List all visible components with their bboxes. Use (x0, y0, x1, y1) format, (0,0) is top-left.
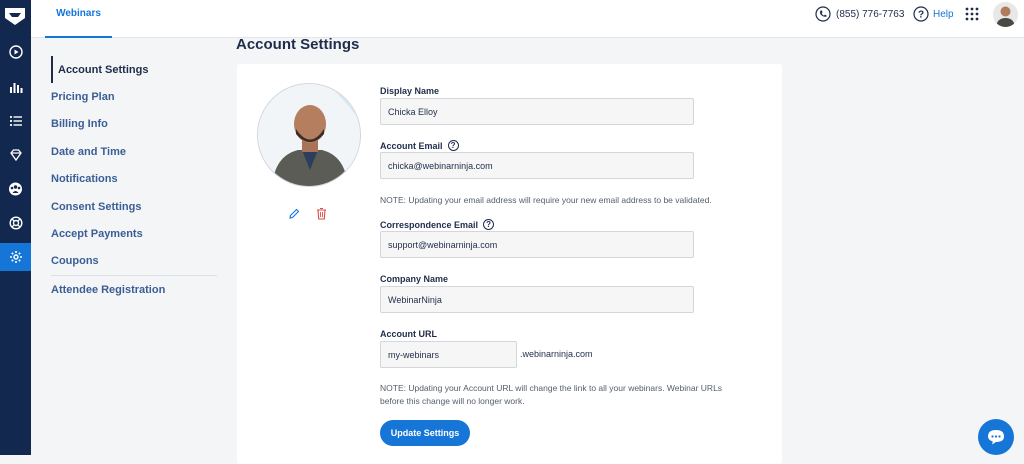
edit-pencil-icon[interactable] (288, 208, 300, 220)
diamond-icon[interactable] (0, 141, 31, 169)
company-name-label: Company Name (380, 274, 448, 284)
top-bar: Webinars (855) 776-7763 ? Help (31, 0, 1024, 38)
account-email-note: NOTE: Updating your email address will r… (380, 195, 712, 205)
correspondence-email-label-text: Correspondence Email (380, 219, 479, 230)
company-name-input[interactable]: WebinarNinja (380, 286, 694, 313)
account-url-label: Account URL (380, 329, 437, 339)
phone-link[interactable]: (855) 776-7763 (815, 5, 904, 23)
phone-icon (815, 6, 831, 22)
correspondence-email-help-icon[interactable]: ? (483, 219, 495, 230)
page-title: Account Settings (236, 36, 360, 53)
account-email-label: Account Email ? (380, 140, 459, 151)
settings-icon[interactable] (0, 243, 31, 271)
account-url-note: NOTE: Updating your Account URL will cha… (380, 382, 770, 408)
list-icon[interactable] (0, 107, 31, 135)
menu-item-billing-info[interactable]: Billing Info (51, 111, 217, 138)
account-url-note-line2: before this change will no longer work. (380, 396, 525, 406)
account-url-label-text: Account URL (380, 329, 437, 339)
user-avatar[interactable] (993, 2, 1018, 27)
settings-menu: Account Settings Pricing Plan Billing In… (51, 56, 217, 304)
account-url-input[interactable]: my-webinars (380, 341, 517, 368)
play-icon[interactable] (0, 38, 31, 66)
people-icon[interactable] (0, 175, 31, 203)
apps-grid-icon[interactable] (965, 7, 979, 21)
account-email-help-icon[interactable]: ? (447, 140, 459, 151)
menu-item-notifications[interactable]: Notifications (51, 166, 217, 193)
profile-picture (257, 83, 361, 187)
phone-number: (855) 776-7763 (836, 8, 905, 20)
account-email-input[interactable]: chicka@webinarninja.com (380, 152, 694, 179)
delete-trash-icon[interactable] (316, 207, 327, 220)
analytics-icon[interactable] (0, 73, 31, 101)
account-url-suffix: .webinarninja.com (520, 349, 593, 359)
logo-icon[interactable] (2, 3, 28, 29)
help-icon: ? (913, 6, 929, 22)
tab-webinars[interactable]: Webinars (45, 0, 112, 38)
menu-item-accept-payments[interactable]: Accept Payments (51, 220, 217, 247)
chat-bubble-icon (988, 430, 1004, 445)
account-email-label-text: Account Email (380, 140, 443, 151)
account-url-note-line1: NOTE: Updating your Account URL will cha… (380, 383, 723, 393)
menu-item-coupons[interactable]: Coupons (51, 248, 217, 275)
menu-item-attendee-registration[interactable]: Attendee Registration (51, 276, 217, 303)
svg-text:?: ? (918, 10, 924, 21)
display-name-input[interactable]: Chicka Elloy (380, 98, 694, 125)
chat-launcher[interactable] (978, 419, 1014, 455)
menu-item-date-and-time[interactable]: Date and Time (51, 138, 217, 165)
company-name-label-text: Company Name (380, 274, 449, 284)
update-settings-button[interactable]: Update Settings (380, 420, 470, 446)
correspondence-email-label: Correspondence Email ? (380, 219, 495, 230)
menu-item-consent-settings[interactable]: Consent Settings (51, 193, 217, 220)
left-rail (0, 0, 31, 455)
help-label: Help (933, 8, 954, 20)
support-icon[interactable] (0, 209, 31, 237)
correspondence-email-input[interactable]: support@webinarninja.com (380, 231, 694, 258)
menu-item-account-settings[interactable]: Account Settings (51, 56, 217, 84)
help-link[interactable]: ? Help (913, 5, 954, 23)
menu-item-pricing-plan[interactable]: Pricing Plan (51, 83, 217, 110)
display-name-label: Display Name (380, 86, 439, 96)
display-name-label-text: Display Name (380, 86, 440, 96)
